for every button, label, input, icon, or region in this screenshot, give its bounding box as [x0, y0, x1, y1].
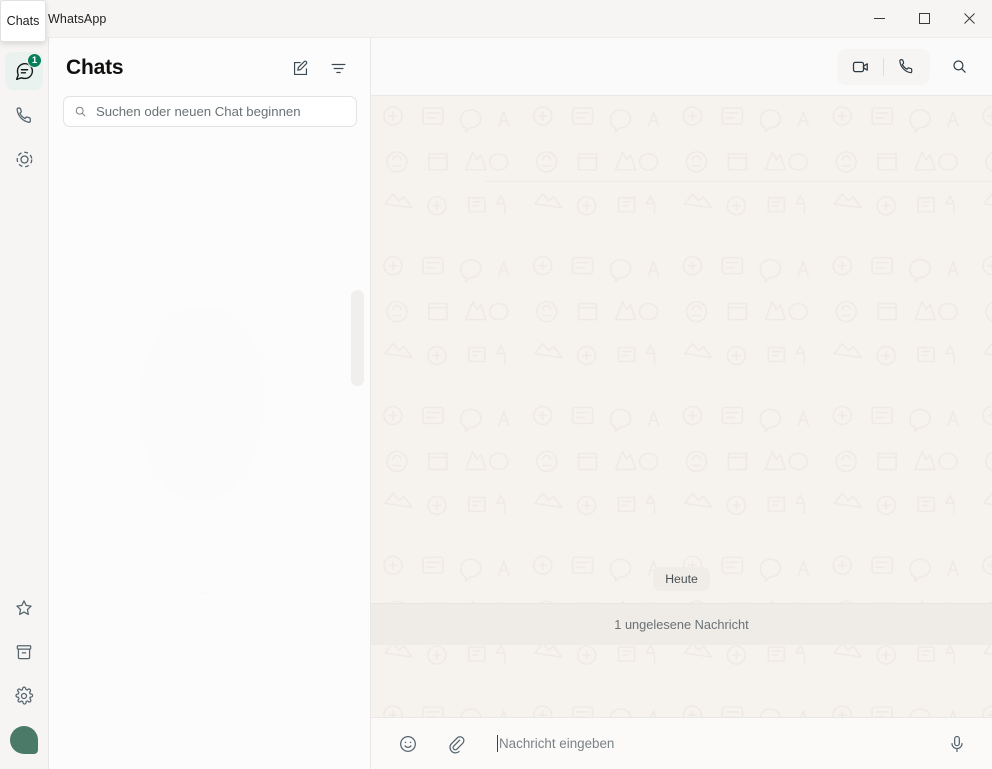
chat-list-scrollbar[interactable] — [351, 290, 364, 386]
gear-icon — [15, 686, 34, 705]
video-call-icon — [852, 61, 868, 72]
conversation-panel: Heute 1 ungelesene Nachricht Nachricht e… — [371, 38, 992, 769]
chats-unread-badge: 1 — [27, 53, 42, 68]
conversation-search-button[interactable] — [940, 50, 978, 84]
minimize-icon — [874, 18, 885, 19]
filter-button[interactable] — [322, 52, 354, 84]
date-chip: Heute — [653, 567, 710, 591]
voice-call-icon — [898, 59, 912, 74]
date-chip-row: Heute — [371, 567, 992, 591]
chat-list-ghost-text: ··· — [199, 587, 212, 598]
search-icon — [75, 106, 86, 117]
emoji-icon — [400, 735, 416, 752]
sidebar-item-archived[interactable] — [5, 633, 43, 671]
app-body: 1 Chats Suchen oder neuen Chat beginnen … — [0, 38, 992, 769]
whatsapp-window: WhatsApp Chats 1 Chats Suchen oder neuen… — [0, 0, 992, 769]
conversation-actions — [837, 48, 978, 85]
filter-icon — [331, 63, 345, 73]
star-icon — [16, 600, 32, 616]
sidebar-item-calls[interactable] — [5, 96, 43, 134]
attach-button[interactable] — [441, 729, 471, 759]
app-title: WhatsApp — [48, 11, 107, 26]
message-top-divider — [485, 181, 992, 182]
close-icon — [964, 13, 975, 24]
video-call-button[interactable] — [839, 51, 883, 83]
status-icon — [16, 151, 32, 167]
new-chat-icon — [293, 60, 307, 75]
sidebar-item-chats[interactable]: 1 — [5, 52, 43, 90]
sidebar-item-settings[interactable] — [5, 677, 43, 715]
search-placeholder: Suchen oder neuen Chat beginnen — [96, 104, 301, 119]
search-wrapper: Suchen oder neuen Chat beginnen — [49, 92, 370, 137]
message-input[interactable]: Nachricht eingeben — [489, 727, 924, 761]
chat-list-header: Chats — [49, 38, 370, 92]
unread-divider-label: 1 ungelesene Nachricht — [614, 617, 749, 632]
chat-list[interactable]: ··· — [49, 137, 370, 769]
attach-icon — [449, 735, 465, 753]
emoji-button[interactable] — [393, 729, 423, 759]
microphone-icon — [951, 735, 963, 752]
chat-list-actions — [284, 52, 354, 84]
phone-icon — [15, 106, 31, 123]
chats-tooltip: Chats — [0, 0, 46, 42]
window-controls — [857, 0, 992, 38]
chat-list-panel: Chats Suchen oder neuen Chat beginnen ··… — [49, 38, 371, 769]
message-area[interactable]: Heute 1 ungelesene Nachricht — [371, 96, 992, 717]
search-input[interactable]: Suchen oder neuen Chat beginnen — [63, 96, 357, 127]
voice-call-button[interactable] — [884, 51, 928, 83]
sidebar-item-starred[interactable] — [5, 589, 43, 627]
message-composer: Nachricht eingeben — [371, 717, 992, 769]
close-button[interactable] — [947, 0, 992, 38]
navigation-rail: 1 — [0, 38, 49, 769]
archive-icon — [16, 645, 32, 660]
maximize-icon — [919, 13, 930, 24]
chat-list-placeholder-shape — [139, 307, 264, 502]
rail-top-group: 1 — [5, 38, 43, 178]
voice-message-button[interactable] — [942, 729, 972, 759]
avatar — [10, 726, 38, 754]
new-chat-button[interactable] — [284, 52, 316, 84]
maximize-button[interactable] — [902, 0, 947, 38]
sidebar-item-status[interactable] — [5, 140, 43, 178]
page-title: Chats — [66, 56, 124, 79]
search-icon — [952, 60, 966, 73]
rail-bottom-group — [5, 589, 43, 769]
conversation-header — [371, 38, 992, 96]
minimize-button[interactable] — [857, 0, 902, 38]
call-buttons-group — [837, 48, 930, 85]
sidebar-item-profile[interactable] — [5, 721, 43, 759]
message-placeholder: Nachricht eingeben — [499, 736, 615, 751]
unread-divider: 1 ungelesene Nachricht — [371, 603, 992, 645]
title-bar: WhatsApp — [0, 0, 992, 38]
text-caret — [497, 735, 498, 752]
